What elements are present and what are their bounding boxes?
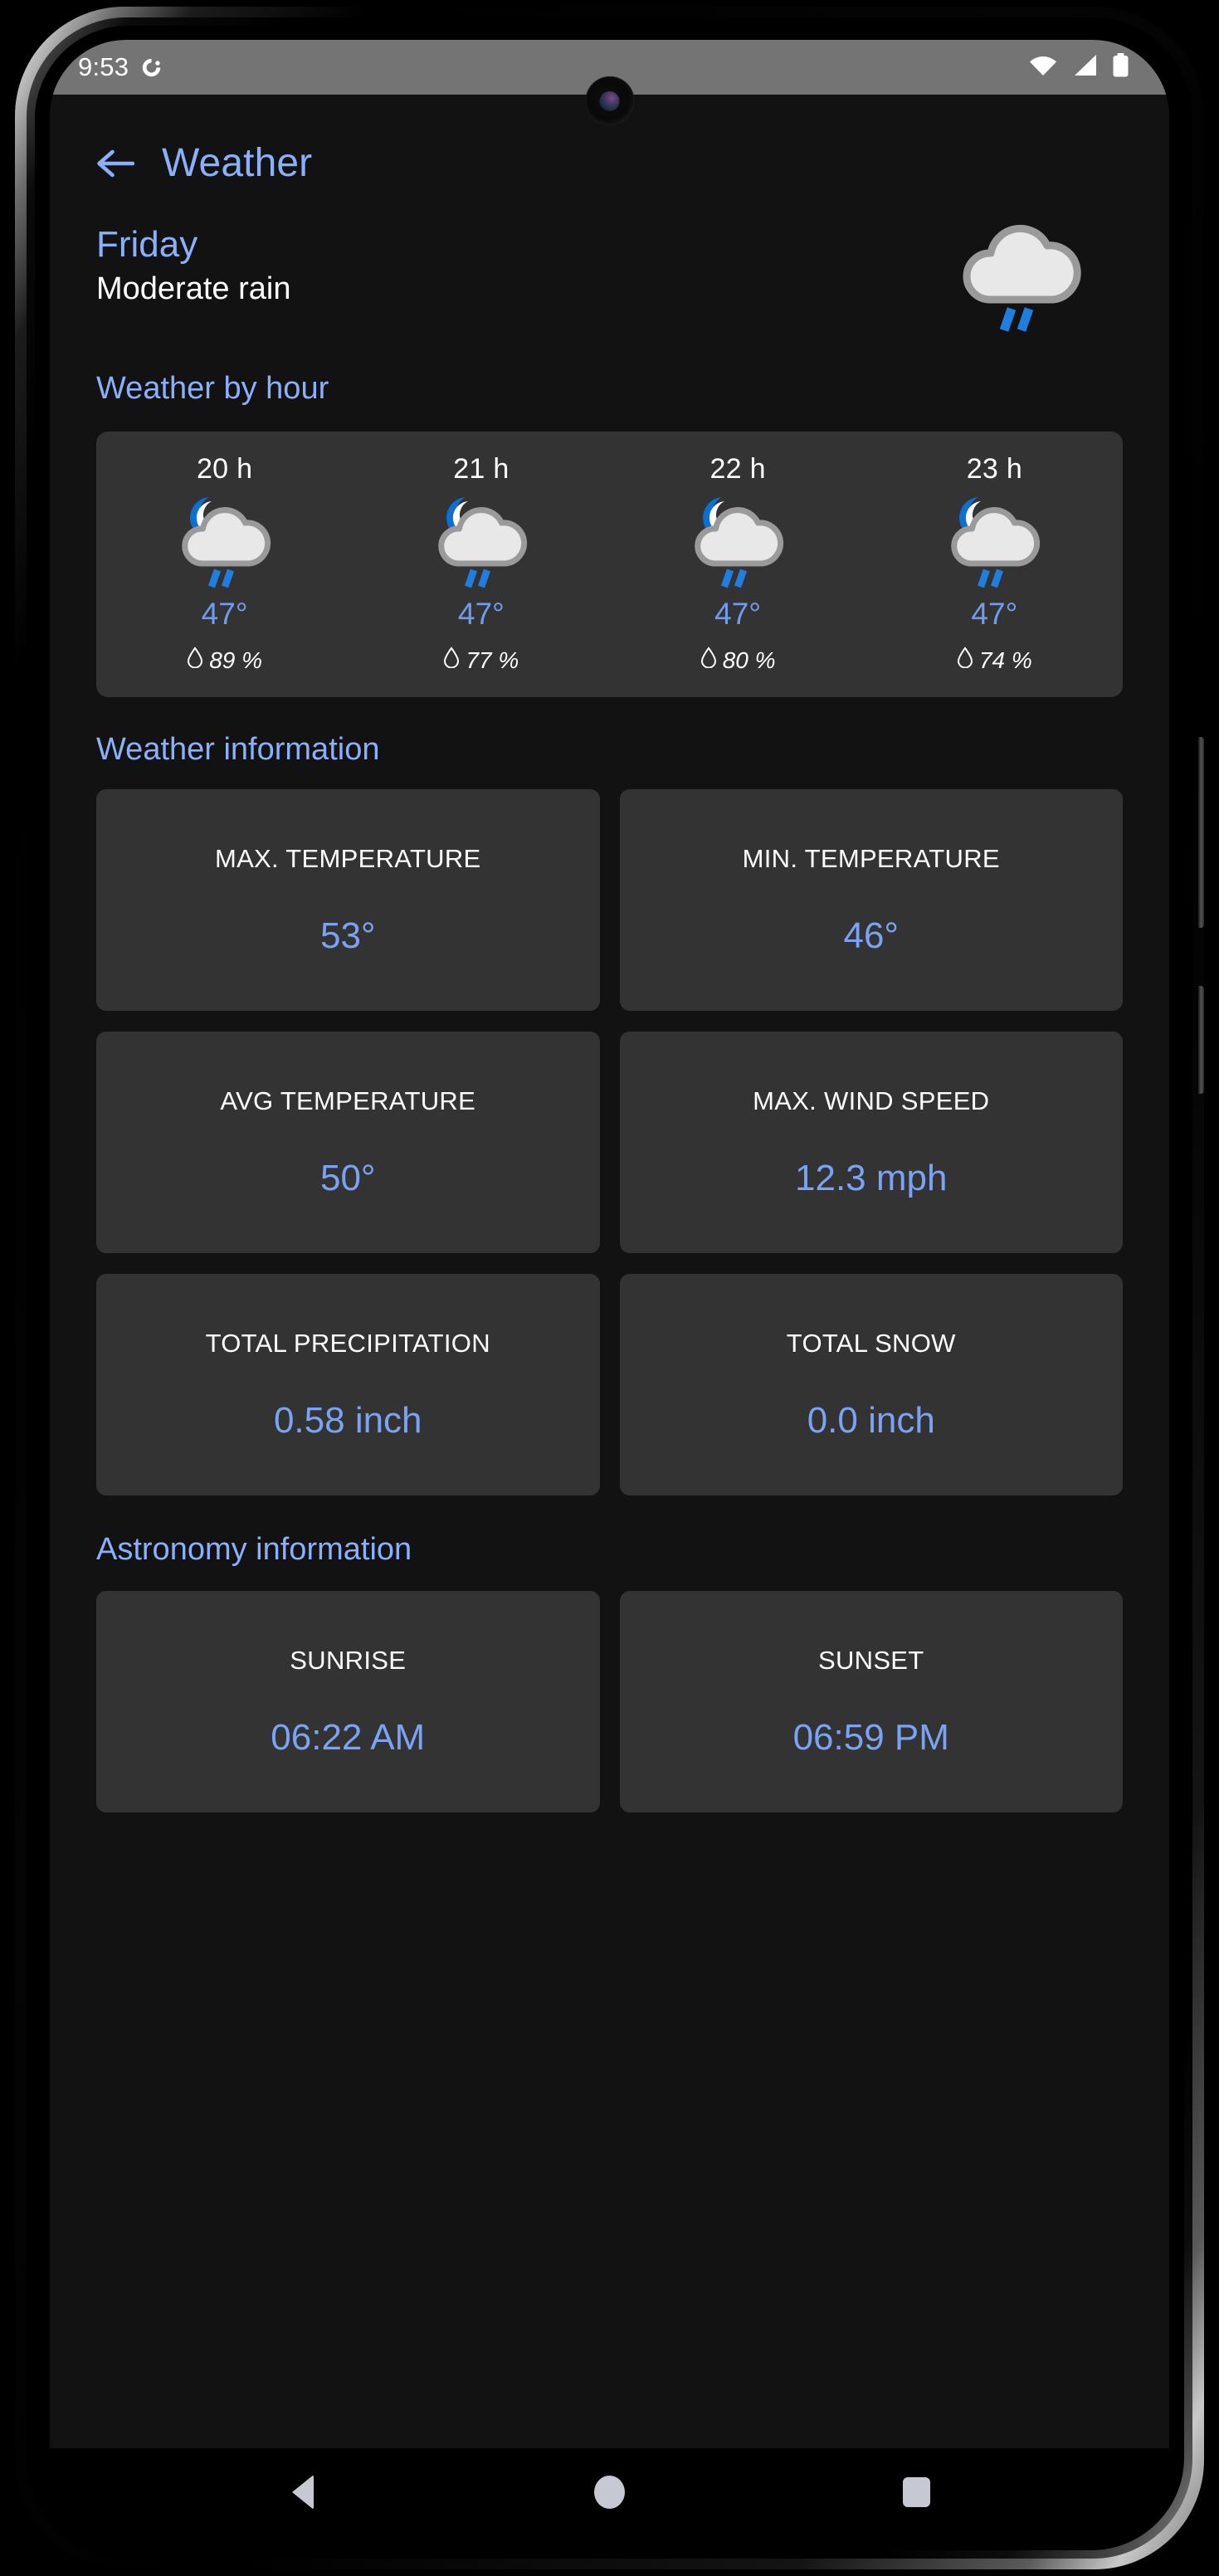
- moon-cloud-rain-icon: [429, 490, 534, 593]
- page-title: Weather: [162, 141, 313, 185]
- info-card-label: MAX. WIND SPEED: [753, 1086, 990, 1115]
- circular-sync-icon: [140, 56, 163, 79]
- water-drop-icon: [443, 646, 460, 674]
- water-drop-icon: [187, 646, 203, 674]
- weather-app-content: Weather Friday Moderate rain Weather by: [50, 95, 1169, 2448]
- volume-button[interactable]: [1198, 737, 1204, 928]
- hour-humidity: 74 %: [957, 646, 1032, 674]
- nav-back-triangle: [291, 2475, 314, 2510]
- hour-label: 22 h: [709, 453, 766, 485]
- info-card-max-wind-speed[interactable]: MAX. WIND SPEED 12.3 mph: [619, 1032, 1123, 1253]
- nav-back-icon[interactable]: [266, 2463, 340, 2521]
- info-card-label: SUNRISE: [290, 1645, 407, 1675]
- info-card-min-temperature[interactable]: MIN. TEMPERATURE 46°: [619, 789, 1123, 1011]
- hour-humidity: 80 %: [700, 646, 776, 674]
- moon-cloud-rain-icon: [942, 490, 1046, 593]
- day-condition: Moderate rain: [96, 271, 291, 306]
- info-card-value: 0.58 inch: [273, 1399, 422, 1441]
- info-card-sunset[interactable]: SUNSET 06:59 PM: [619, 1591, 1123, 1812]
- battery-full-icon: [1112, 53, 1129, 81]
- hour-humidity-value: 80 %: [722, 646, 776, 673]
- info-card-value: 06:22 AM: [271, 1716, 426, 1758]
- hour-humidity-value: 89 %: [209, 646, 263, 673]
- hour-label: 20 h: [196, 453, 253, 485]
- info-card-value: 12.3 mph: [795, 1157, 948, 1198]
- camera-lens: [599, 90, 620, 111]
- android-navigation-bar: [50, 2448, 1169, 2536]
- nav-home-icon[interactable]: [572, 2463, 646, 2521]
- day-name: Friday: [96, 224, 198, 265]
- cloud-rain-icon: [952, 211, 1093, 339]
- hour-label: 21 h: [453, 453, 510, 485]
- front-camera-punch-hole: [585, 76, 634, 125]
- day-summary-text: Friday Moderate rain: [96, 224, 291, 309]
- status-bar-left: 9:53: [78, 52, 163, 82]
- phone-screen: 9:53 Weather Friday Moderate rain Weathe…: [50, 40, 1169, 2536]
- info-card-total-snow[interactable]: TOTAL SNOW 0.0 inch: [619, 1274, 1123, 1495]
- hour-column[interactable]: 23 h 47° 74 %: [866, 453, 1123, 674]
- hour-humidity: 77 %: [443, 646, 519, 674]
- info-card-value: 53°: [319, 915, 376, 956]
- info-card-max-temperature[interactable]: MAX. TEMPERATURE 53°: [96, 789, 600, 1011]
- info-card-label: TOTAL SNOW: [786, 1328, 956, 1358]
- hour-column[interactable]: 20 h 47° 89 %: [96, 453, 353, 674]
- hour-humidity-value: 77 %: [466, 646, 519, 673]
- info-card-label: AVG TEMPERATURE: [220, 1086, 476, 1115]
- hour-column[interactable]: 22 h 47° 80 %: [610, 453, 866, 674]
- section-heading-astronomy-information: Astronomy information: [96, 1532, 412, 1567]
- moon-cloud-rain-icon: [685, 490, 790, 593]
- hour-temperature: 47°: [457, 597, 505, 631]
- hour-column[interactable]: 21 h 47° 77 %: [353, 453, 609, 674]
- hour-temperature: 47°: [714, 597, 762, 631]
- section-heading-weather-information: Weather information: [96, 732, 380, 767]
- info-card-value: 50°: [319, 1157, 376, 1198]
- info-card-avg-temperature[interactable]: AVG TEMPERATURE 50°: [96, 1032, 600, 1253]
- nav-recents-square: [902, 2477, 930, 2507]
- weather-information-grid: MAX. TEMPERATURE 53° MIN. TEMPERATURE 46…: [50, 768, 1169, 1495]
- nav-recents-icon[interactable]: [879, 2463, 953, 2521]
- info-card-value: 46°: [843, 915, 900, 956]
- phone-frame: 9:53 Weather Friday Moderate rain Weathe…: [15, 7, 1204, 2569]
- wifi-icon: [1028, 54, 1058, 80]
- info-card-sunrise[interactable]: SUNRISE 06:22 AM: [96, 1591, 600, 1812]
- status-clock: 9:53: [78, 52, 129, 81]
- astronomy-information-grid: SUNRISE 06:22 AM SUNSET 06:59 PM: [50, 1568, 1169, 1812]
- hour-humidity-value: 74 %: [978, 646, 1032, 673]
- power-button[interactable]: [1198, 986, 1204, 1094]
- water-drop-icon: [700, 646, 717, 674]
- hour-temperature: 47°: [971, 597, 1018, 631]
- info-card-total-precipitation[interactable]: TOTAL PRECIPITATION 0.58 inch: [96, 1274, 600, 1495]
- hour-label: 23 h: [966, 453, 1023, 485]
- info-card-label: MIN. TEMPERATURE: [742, 843, 1000, 873]
- hour-temperature: 47°: [201, 597, 248, 631]
- back-arrow-icon[interactable]: [95, 147, 134, 180]
- nav-home-circle: [593, 2476, 625, 2509]
- moon-cloud-rain-icon: [173, 490, 277, 593]
- section-heading-weather-by-hour: Weather by hour: [96, 371, 329, 406]
- hourly-forecast-card: 20 h 47° 89 % 21 h 47° 77 % 22 h 47° 80 …: [96, 432, 1123, 697]
- hour-humidity: 89 %: [187, 646, 262, 674]
- info-card-value: 0.0 inch: [807, 1399, 935, 1441]
- water-drop-icon: [957, 646, 973, 674]
- status-bar-right: [1028, 53, 1129, 81]
- info-card-label: MAX. TEMPERATURE: [214, 843, 481, 873]
- cell-signal-icon: [1072, 54, 1098, 80]
- info-card-label: SUNSET: [817, 1645, 924, 1675]
- info-card-label: TOTAL PRECIPITATION: [205, 1328, 490, 1358]
- day-summary: Friday Moderate rain: [50, 193, 1169, 339]
- info-card-value: 06:59 PM: [792, 1716, 949, 1758]
